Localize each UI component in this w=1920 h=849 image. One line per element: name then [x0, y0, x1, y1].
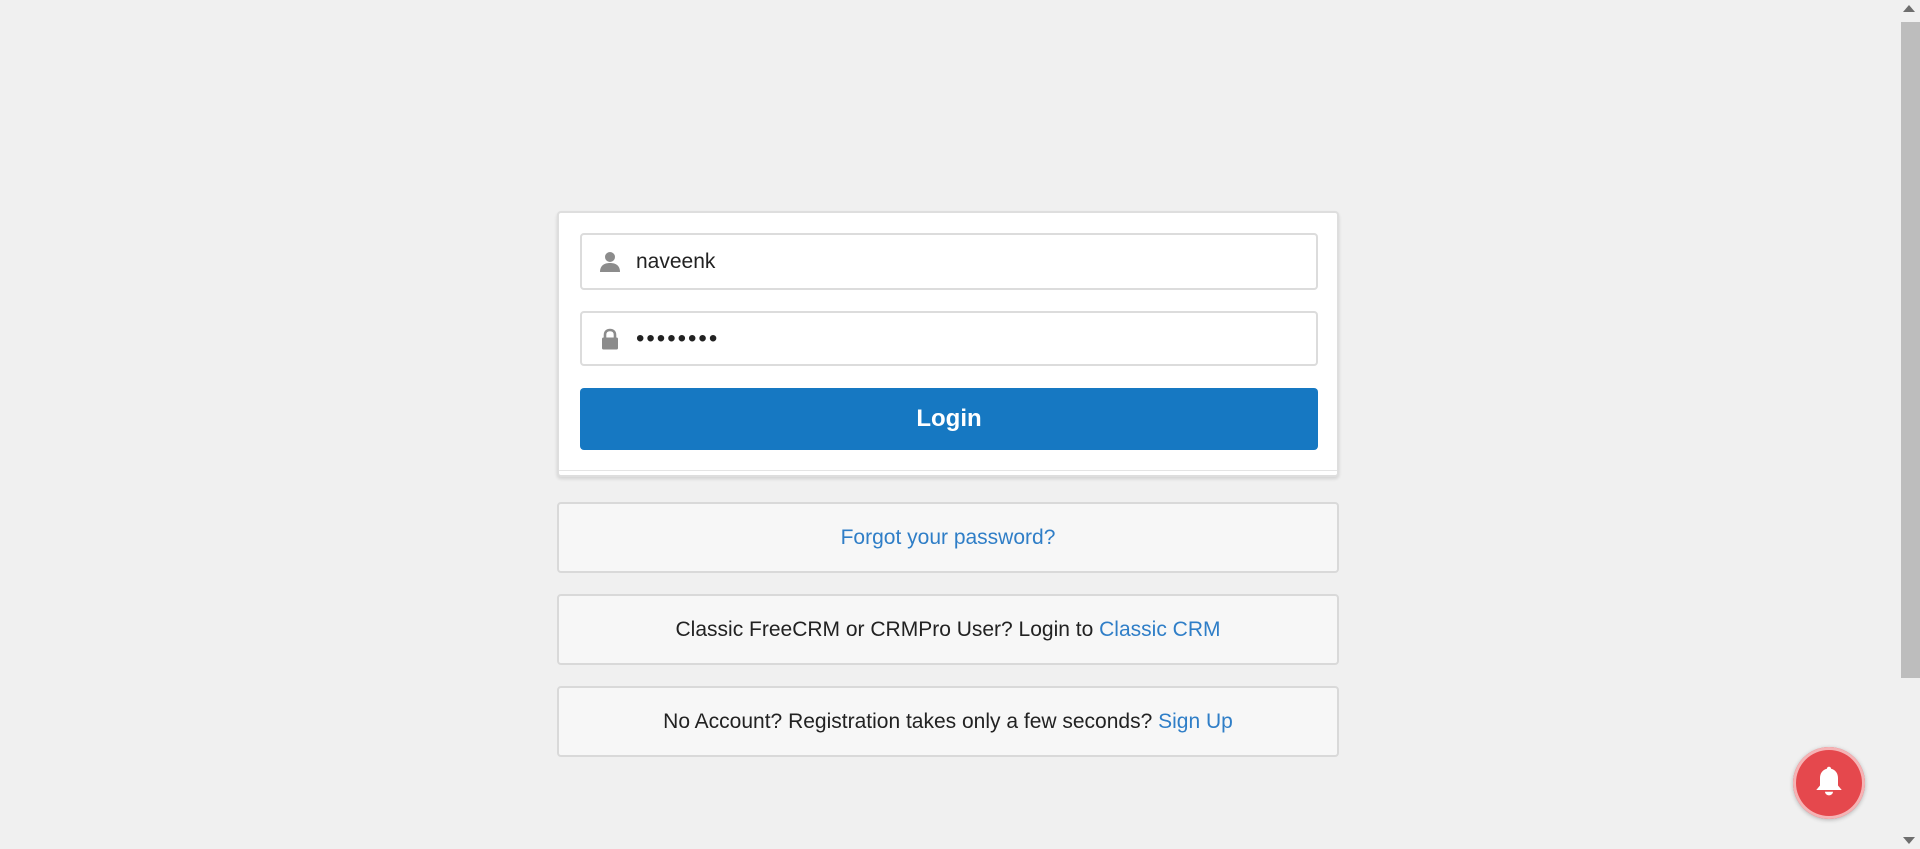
login-page: Login Forgot your password? Classic Free… — [0, 0, 1920, 849]
signup-text: No Account? Registration takes only a fe… — [663, 709, 1153, 733]
signup-link[interactable]: Sign Up — [1158, 710, 1233, 734]
scroll-thumb[interactable] — [1901, 22, 1920, 678]
vertical-scrollbar[interactable] — [1897, 0, 1920, 849]
lock-icon — [598, 327, 622, 351]
login-card: Login — [557, 211, 1339, 477]
password-input[interactable] — [636, 313, 1306, 364]
signup-box: No Account? Registration takes only a fe… — [557, 686, 1339, 757]
username-input[interactable] — [636, 235, 1306, 288]
notification-button[interactable] — [1793, 747, 1865, 819]
username-field-wrapper — [580, 233, 1318, 290]
scroll-down-arrow-icon[interactable] — [1903, 837, 1915, 844]
classic-crm-text: Classic FreeCRM or CRMPro User? Login to — [675, 617, 1094, 641]
password-field-wrapper — [580, 311, 1318, 366]
bell-icon — [1811, 763, 1847, 804]
user-icon — [598, 250, 622, 274]
classic-crm-link[interactable]: Classic CRM — [1099, 618, 1220, 642]
forgot-password-link[interactable]: Forgot your password? — [841, 526, 1056, 550]
classic-crm-box: Classic FreeCRM or CRMPro User? Login to… — [557, 594, 1339, 665]
scroll-up-arrow-icon[interactable] — [1903, 5, 1915, 12]
forgot-password-box: Forgot your password? — [557, 502, 1339, 573]
login-button[interactable]: Login — [580, 388, 1318, 450]
